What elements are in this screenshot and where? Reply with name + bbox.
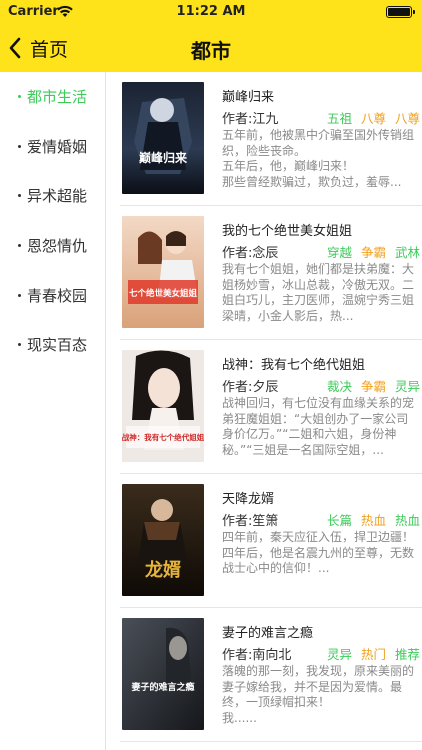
sidebar-item-label: 青春校园 — [27, 286, 88, 305]
book-cover-image: 妻子的难言之瘾 — [122, 618, 204, 730]
bullet-dot-icon — [18, 144, 21, 148]
page-title: 都市 — [191, 39, 231, 63]
sidebar-item-label: 异术超能 — [27, 187, 88, 206]
sidebar-item-xianshi-baitai[interactable]: 现实百态 — [0, 320, 105, 370]
book-description: 四年前，秦天应征入伍，捍卫边疆！ 四年后，他是名震九州的至尊，无数战士心中的信仰… — [222, 530, 415, 575]
battery-icon — [386, 6, 415, 18]
sidebar-item-dushi-shenghuo[interactable]: 都市生活 — [0, 72, 105, 122]
book-author: 作者:念辰 — [222, 246, 279, 261]
cover-art: 龙婿 — [122, 484, 204, 596]
book-author: 作者:南向北 — [222, 648, 292, 663]
cover-title-text: 七个绝世美女姐姐 — [129, 288, 198, 299]
cover-title-text: 妻子的难言之瘾 — [131, 681, 194, 693]
book-title: 天降龙婿 — [222, 492, 275, 507]
book-title: 妻子的难言之瘾 — [222, 626, 314, 641]
book-tags: 裁决 争霸 灵异 — [327, 376, 420, 395]
tag-label: 争霸 — [360, 379, 386, 394]
bullet-dot-icon — [18, 95, 21, 99]
tag-label: 八尊 — [394, 111, 420, 126]
sidebar-item-aiqing-hunyin[interactable]: 爱情婚姻 — [0, 122, 105, 172]
bullet-dot-icon — [18, 194, 21, 198]
bullet-dot-icon — [18, 343, 21, 347]
book-list-item[interactable]: 战神：我有七个绝代姐姐 战神：我有七个绝代姐姐 作者:夕辰 裁决 争霸 灵异 战… — [120, 340, 422, 474]
book-tags: 穿越 争霸 武林 — [327, 242, 420, 261]
cover-title-text: 战神：我有七个绝代姐姐 — [122, 432, 204, 442]
tag-label: 热血 — [394, 513, 420, 528]
book-cover-image: 巅峰归来 — [122, 82, 204, 194]
book-title: 我的七个绝世美女姐姐 — [222, 224, 353, 239]
tag-label: 灵异 — [326, 647, 352, 662]
tag-label: 争霸 — [360, 245, 386, 260]
book-list-item[interactable]: 妻子的难言之瘾 妻子的难言之瘾 作者:南向北 灵异 热门 推荐 落魄的那一刻，我… — [120, 608, 422, 742]
cover-title-text: 龙婿 — [145, 559, 181, 581]
cover-art: 巅峰归来 — [122, 82, 204, 194]
tag-label: 裁决 — [326, 379, 352, 394]
tag-label: 穿越 — [326, 245, 352, 260]
book-title: 战神：我有七个绝代姐姐 — [222, 358, 366, 373]
tag-label: 灵异 — [394, 379, 420, 394]
book-list-item[interactable]: 巅峰归来 巅峰归来 作者:江九 五祖 八尊 八尊 五年前，他被黑中介骗至国外传销… — [120, 72, 422, 206]
cover-art: 妻子的难言之瘾 — [122, 618, 204, 730]
sidebar-item-label: 都市生活 — [27, 88, 88, 107]
book-description: 战神回归，有七位没有血缘关系的宠弟狂魔姐姐：“大姐创办了一家公司身价亿万。”“二… — [222, 396, 415, 457]
sidebar-item-label: 恩怨情仇 — [27, 237, 88, 256]
tag-label: 武林 — [394, 245, 420, 260]
book-description: 落魄的那一刻，我发现，原来美丽的妻子嫁给我，并不是因为爱情。最终，一顶绿帽扣来！… — [222, 664, 415, 725]
book-tags: 五祖 八尊 八尊 — [327, 108, 420, 127]
book-cover-image: 龙婿 — [122, 484, 204, 596]
status-time: 11:22 AM — [176, 4, 246, 19]
book-description: 我有七个姐姐，她们都是扶弟魔：大姐杨妙雪，冰山总裁，冷傲无双。二姐白巧儿，主刀医… — [222, 262, 415, 323]
book-author: 作者:江九 — [222, 112, 279, 127]
book-author: 作者:夕辰 — [222, 380, 279, 395]
tag-label: 五祖 — [326, 111, 352, 126]
book-tags: 灵异 热门 推荐 — [327, 644, 420, 663]
tag-label: 长篇 — [326, 513, 352, 528]
cover-art: 七个绝世美女姐姐 — [122, 216, 204, 328]
tag-label: 推荐 — [394, 647, 420, 662]
cover-title-text: 巅峰归来 — [139, 150, 188, 165]
book-list-item[interactable]: 七个绝世美女姐姐 我的七个绝世美女姐姐 作者:念辰 穿越 争霸 武林 我有七个姐… — [120, 206, 422, 340]
book-author: 作者:笙箫 — [222, 514, 279, 529]
book-description: 五年前，他被黑中介骗至国外传销组织，险些丧命。 五年后，他，巅峰归来！ 那些曾经… — [222, 128, 415, 189]
tag-label: 热门 — [360, 647, 386, 662]
book-cover-image: 战神：我有七个绝代姐姐 — [122, 350, 204, 462]
sidebar-item-label: 现实百态 — [27, 336, 88, 355]
book-list-item[interactable]: 龙婿 天降龙婿 作者:笙箫 长篇 热血 热血 四年前，秦天应征入伍，捍卫边疆！ … — [120, 474, 422, 608]
book-title: 巅峰归来 — [222, 90, 275, 105]
tag-label: 热血 — [360, 513, 386, 528]
sidebar-item-label: 爱情婚姻 — [27, 137, 88, 156]
header: Carrier 11:22 AM 首页 都市 — [0, 0, 422, 72]
book-cover-image: 七个绝世美女姐姐 — [122, 216, 204, 328]
book-tags: 长篇 热血 热血 — [327, 510, 420, 529]
sidebar-item-qingchun-xiaoyuan[interactable]: 青春校园 — [0, 270, 105, 320]
sidebar-item-yishu-chaoneng[interactable]: 异术超能 — [0, 171, 105, 221]
cover-art: 战神：我有七个绝代姐姐 — [122, 350, 204, 462]
bullet-dot-icon — [18, 293, 21, 297]
book-list: 巅峰归来 巅峰归来 作者:江九 五祖 八尊 八尊 五年前，他被黑中介骗至国外传销… — [107, 72, 422, 750]
category-sidebar: 都市生活 爱情婚姻 异术超能 恩怨情仇 青春校园 现实百态 — [0, 72, 106, 750]
status-bar: Carrier 11:22 AM — [0, 0, 422, 24]
tag-label: 八尊 — [360, 111, 386, 126]
nav-bar: 首页 都市 — [0, 26, 422, 70]
sidebar-item-enyuan-qingchou[interactable]: 恩怨情仇 — [0, 221, 105, 271]
bullet-dot-icon — [18, 244, 21, 248]
